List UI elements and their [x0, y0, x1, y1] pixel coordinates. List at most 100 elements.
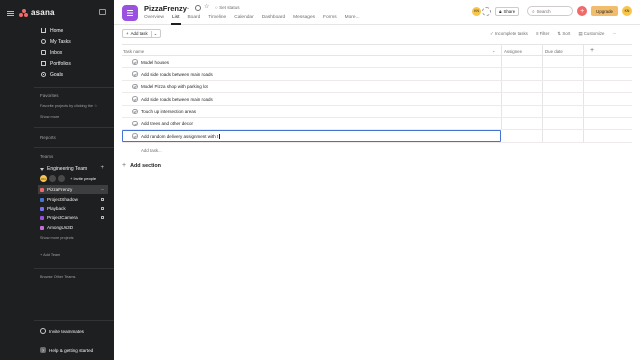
- invite-teammates-button[interactable]: Invite teammates: [40, 328, 84, 334]
- avatar[interactable]: KN: [472, 6, 482, 16]
- sidebar-project-pizzafrenzy[interactable]: PizzaFrenzy ···: [38, 185, 108, 194]
- tab-more[interactable]: More...: [345, 15, 360, 20]
- search-input[interactable]: ⌕ Search: [527, 6, 574, 16]
- teams-heading[interactable]: Teams: [40, 154, 53, 159]
- add-member-icon[interactable]: [482, 6, 492, 16]
- search-icon: ⌕: [532, 8, 535, 14]
- sidebar-item-my-tasks[interactable]: My Tasks: [0, 36, 114, 47]
- sidebar-item-label: Goals: [50, 71, 64, 78]
- customize-button[interactable]: ▤ Customize: [578, 31, 604, 37]
- task-name[interactable]: Model Pizza shop with parking lot: [141, 84, 208, 89]
- set-status-button[interactable]: ○ Set status: [215, 5, 240, 10]
- tab-timeline[interactable]: Timeline: [208, 15, 226, 20]
- filter-button[interactable]: ≡ Filter: [536, 31, 550, 37]
- help-button[interactable]: ? Help & getting started: [40, 347, 93, 353]
- star-icon[interactable]: ☆: [204, 3, 210, 10]
- complete-checkbox-icon[interactable]: [132, 71, 138, 77]
- table-row[interactable]: Add side roads between main roads: [122, 93, 632, 106]
- task-name[interactable]: Add trees and other decor: [141, 121, 193, 126]
- tab-forms[interactable]: Forms: [323, 15, 337, 20]
- add-team-link[interactable]: + Add Team: [40, 253, 60, 257]
- reports-heading[interactable]: Reports: [40, 135, 56, 140]
- table-row[interactable]: Model Pizza shop with parking lot: [122, 80, 632, 94]
- sidebar-item-portfolios[interactable]: Portfolios: [0, 58, 114, 69]
- sidebar-project-projectshadow[interactable]: ProjectShadow: [40, 195, 110, 204]
- complete-checkbox-icon[interactable]: [132, 83, 138, 90]
- column-header-assignee[interactable]: Assignee: [504, 49, 522, 54]
- add-task-button[interactable]: + Add task ⌄: [122, 29, 162, 38]
- project-list-icon[interactable]: [122, 5, 138, 21]
- complete-checkbox-icon[interactable]: [132, 96, 138, 102]
- chevron-down-icon[interactable]: ⌄: [186, 5, 190, 11]
- complete-checkbox-icon[interactable]: [132, 108, 138, 115]
- chevron-down-icon[interactable]: [40, 167, 44, 171]
- invite-people-link[interactable]: + Invite people: [70, 176, 96, 181]
- table-row[interactable]: Add side roads between main roads: [122, 68, 632, 81]
- divider: [34, 268, 114, 269]
- column-header-task-name[interactable]: Task name: [123, 49, 144, 54]
- table-row[interactable]: Model houses: [122, 56, 632, 69]
- chevron-down-icon[interactable]: ⌄: [150, 30, 157, 37]
- sidebar-item-home[interactable]: Home: [0, 25, 114, 36]
- plus-icon: +: [126, 31, 129, 36]
- sidebar-item-inbox[interactable]: Inbox: [0, 47, 114, 58]
- chevron-down-icon[interactable]: ⌄: [492, 48, 495, 53]
- complete-checkbox-icon[interactable]: [132, 59, 138, 65]
- divider: [34, 147, 114, 148]
- table-row[interactable]: Touch up intersection areas: [122, 105, 632, 118]
- sort-button[interactable]: ⇅ Sort: [557, 31, 570, 37]
- incomplete-tasks-button[interactable]: ✓ Incomplete tasks: [490, 31, 528, 37]
- add-task-link[interactable]: Add task...: [141, 148, 162, 153]
- page-title[interactable]: PizzaFrenzy: [144, 4, 187, 13]
- sidebar-project-playback[interactable]: Playback: [40, 204, 110, 213]
- project-color-dot: [40, 206, 44, 211]
- sidebar-project-amongus3d[interactable]: AmongUs3D: [40, 223, 110, 232]
- upgrade-button[interactable]: Upgrade: [591, 6, 618, 16]
- brand[interactable]: asana: [7, 8, 55, 17]
- show-more-projects[interactable]: Show more projects: [40, 236, 74, 240]
- task-name-input[interactable]: Add random delivery assignment with t: [141, 133, 220, 140]
- create-button[interactable]: +: [577, 6, 588, 16]
- tab-calendar[interactable]: Calendar: [234, 15, 253, 20]
- user-avatar[interactable]: KN: [622, 6, 632, 16]
- table-row[interactable]: Add trees and other decor: [122, 117, 632, 131]
- customize-label: Customize: [583, 31, 605, 36]
- invite-people-label: Invite people: [73, 176, 97, 181]
- task-name-value: Add random delivery assignment with t: [141, 133, 219, 139]
- browse-teams-link[interactable]: Browse Other Teams: [40, 275, 75, 279]
- share-button[interactable]: 🔒︎ Share: [495, 6, 520, 16]
- more-icon[interactable]: ···: [101, 187, 105, 193]
- task-name[interactable]: Model houses: [141, 60, 169, 65]
- add-section-button[interactable]: + Add section: [122, 162, 161, 169]
- sidebar-item-goals[interactable]: Goals: [0, 69, 114, 80]
- tab-messages[interactable]: Messages: [293, 15, 315, 20]
- complete-checkbox-icon[interactable]: [132, 133, 138, 139]
- team-add-icon[interactable]: +: [100, 165, 104, 171]
- table-row-editing[interactable]: Add random delivery assignment with t: [122, 130, 632, 143]
- column-divider: [542, 80, 543, 93]
- collapse-sidebar-icon[interactable]: [99, 9, 106, 15]
- task-name[interactable]: Add side roads between main roads: [141, 97, 213, 102]
- column-header-due-date[interactable]: Due date: [545, 49, 563, 54]
- more-icon[interactable]: ···: [613, 31, 617, 37]
- complete-checkbox-icon[interactable]: [132, 120, 138, 127]
- add-column-icon[interactable]: +: [590, 47, 594, 54]
- tab-overview[interactable]: Overview: [144, 15, 164, 20]
- favorites-heading[interactable]: Favorites: [40, 93, 59, 98]
- avatar[interactable]: KN: [40, 175, 47, 182]
- sidebar-project-projectcamera[interactable]: ProjectCamera: [40, 213, 110, 222]
- divider: [34, 87, 114, 88]
- tab-board[interactable]: Board: [187, 15, 200, 20]
- favorites-show-more[interactable]: Show more: [40, 115, 59, 119]
- info-icon[interactable]: [195, 5, 201, 11]
- share-label: Share: [503, 8, 516, 14]
- tab-list[interactable]: List: [172, 15, 179, 20]
- column-divider: [501, 105, 502, 117]
- avatar-placeholder: [49, 175, 56, 182]
- task-name[interactable]: Touch up intersection areas: [141, 109, 196, 114]
- project-color-dot: [40, 215, 44, 220]
- team-engineering[interactable]: Engineering Team: [40, 166, 87, 172]
- tab-dashboard[interactable]: Dashboard: [262, 15, 285, 20]
- menu-icon[interactable]: [7, 10, 16, 16]
- task-name[interactable]: Add side roads between main roads: [141, 72, 213, 77]
